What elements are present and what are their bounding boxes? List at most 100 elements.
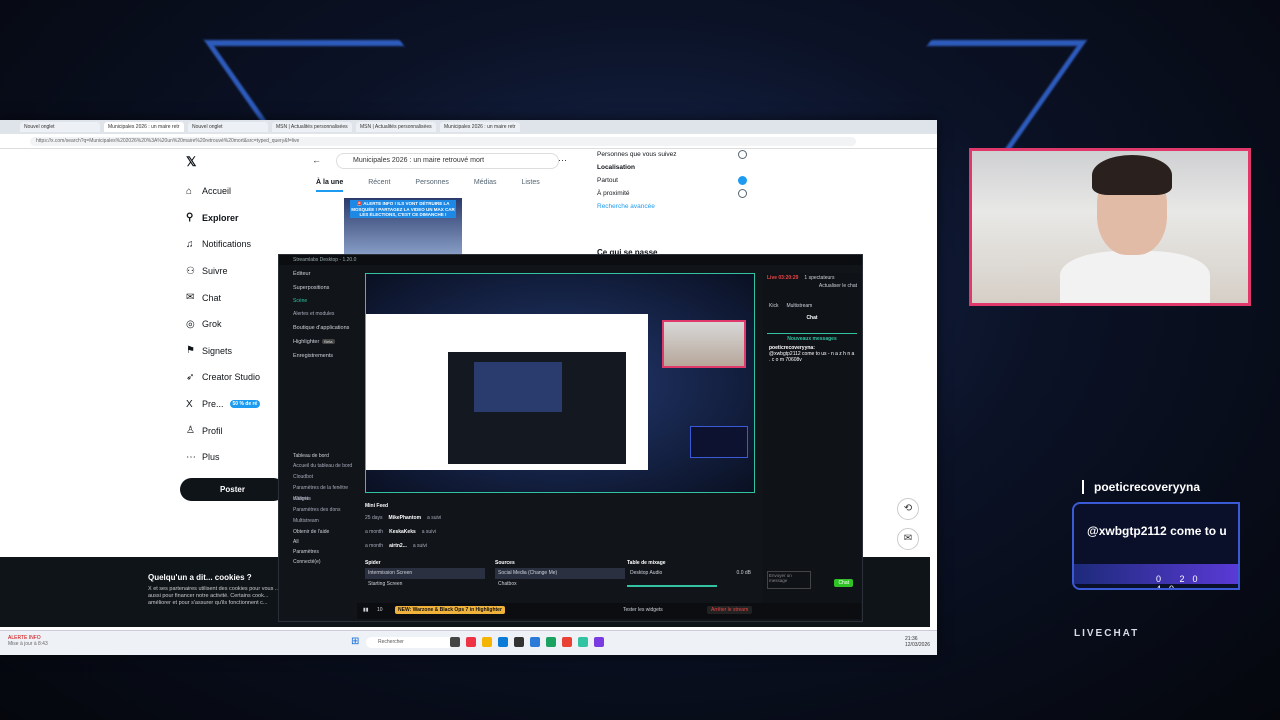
sources-title: Sources (495, 560, 515, 566)
news-widget[interactable]: ALERTE INFO Mise à jour à 8:43 (8, 635, 48, 647)
sidebar-item-notifications[interactable]: ♫ Notifications (186, 231, 260, 258)
sidebar-item-suivre[interactable]: ⚇ Suivre (186, 258, 260, 285)
sidebar-item-creator-studio[interactable]: ➶ Creator Studio (186, 364, 260, 391)
app-icon[interactable] (546, 637, 556, 647)
app-icon[interactable] (514, 637, 524, 647)
source-item[interactable]: Chatbox (495, 579, 625, 590)
browser-tab[interactable]: MSN | Actualités personnalisées (272, 122, 352, 132)
messages-float-icon[interactable]: ✉ (897, 528, 919, 550)
browser-tab[interactable]: Nouvel onglet (188, 122, 268, 132)
app-icon[interactable] (594, 637, 604, 647)
tab-people[interactable]: Personnes (415, 179, 448, 192)
x-icon: X (186, 398, 193, 410)
end-stream-button[interactable]: Arrêter le stream (707, 606, 753, 614)
taskbar-search[interactable]: Rechercher (366, 637, 454, 648)
nav-item[interactable]: Tableau de bord (279, 451, 357, 461)
more-options-icon[interactable]: ⋯ (558, 155, 567, 166)
nav-item[interactable]: Highlighter Beta (279, 335, 357, 349)
sidebar-item-profil[interactable]: ♙ Profil (186, 417, 260, 444)
tab-latest[interactable]: Récent (368, 179, 390, 192)
streamlabs-title: Streamlabs Desktop - 1.20.0 (279, 255, 862, 265)
scene-item[interactable]: Intermission Screen (365, 568, 485, 579)
app-icon[interactable] (466, 637, 476, 647)
streamlabs-footer: ▮▮ 10 NEW: Warzone & Black Ops 7 in High… (357, 603, 861, 619)
browser-tab[interactable]: Municipales 2026 : un maire retr (440, 122, 520, 132)
taskbar-clock[interactable]: 21:36 12/03/2026 (905, 636, 930, 648)
sidebar-item-pre[interactable]: X Pre... 50 % de ré (186, 391, 261, 418)
search-input[interactable]: Municipales 2026 : un maire retrouvé mor… (336, 153, 559, 169)
test-widgets-button[interactable]: Tester les widgets (623, 607, 663, 613)
nav-item[interactable]: Widgets (279, 494, 357, 505)
stats-icon[interactable]: ▮▮ (363, 607, 369, 613)
chat-send-button[interactable]: Chat (834, 579, 853, 587)
grok-float-icon[interactable]: ⟲ (897, 498, 919, 520)
nav-item-label: Scène (293, 298, 308, 304)
nav-item[interactable]: Paramètres des dons (279, 505, 357, 516)
chrome-icon[interactable] (562, 637, 572, 647)
filter-everywhere-radio[interactable] (738, 176, 747, 185)
nav-item[interactable]: Scène (279, 295, 357, 308)
filter-people-radio[interactable] (738, 150, 747, 159)
nav-item[interactable]: Obtenir de l'aide (279, 527, 357, 537)
folder-icon[interactable] (482, 637, 492, 647)
sidebar-item-grok[interactable]: ◎ Grok (186, 311, 260, 338)
app-icon[interactable] (530, 637, 540, 647)
chat-title: Chat (806, 315, 818, 321)
video-thumbnail[interactable]: 🚨 ALERTE INFO ! ILS VONT DÉTRUIRE LA MOS… (344, 198, 462, 256)
scene-item[interactable]: Starting Screen (365, 579, 485, 590)
advanced-search-link[interactable]: Recherche avancée (597, 203, 655, 210)
post-button[interactable]: Poster (180, 478, 285, 501)
browser-tab[interactable]: Nouvel onglet (20, 122, 100, 132)
tab-media[interactable]: Médias (474, 179, 497, 192)
source-item[interactable]: Social Media (Change Me) (495, 568, 625, 579)
nav-item[interactable]: Multistream (279, 516, 357, 527)
nav-item[interactable]: All (279, 537, 357, 547)
streamlabs-icon[interactable] (578, 637, 588, 647)
scene-preview[interactable] (365, 273, 755, 493)
promo-banner[interactable]: NEW: Warzone & Black Ops 7 in Highlighte… (395, 606, 505, 614)
mixer-title: Table de mixage (627, 560, 666, 566)
sidebar-item-accueil[interactable]: ⌂ Accueil (186, 178, 260, 205)
windows-start-icon[interactable]: ⊞ (351, 636, 359, 647)
feed-action: a suivi (421, 529, 436, 535)
address-bar[interactable]: https://x.com/search?q=Municipales%20202… (30, 136, 856, 146)
sidebar-item-plus[interactable]: ⋯ Plus (186, 444, 260, 471)
tab-kick[interactable]: Kick (769, 303, 778, 309)
back-arrow-icon[interactable]: ← (312, 155, 321, 165)
filter-nearby-radio[interactable] (738, 189, 747, 198)
feed-row: 25 days MikePhantom a suivi (365, 511, 753, 525)
nav-item[interactable]: Connecté(e) (279, 557, 357, 567)
nav-item[interactable]: Éditeur (279, 267, 357, 281)
mini-feed-title: Mini Feed (365, 503, 389, 509)
chat-input[interactable]: Envoyer un message (767, 571, 811, 589)
nav-item[interactable]: Paramètres (279, 547, 357, 557)
nav-item[interactable]: Paramètres de la fenêtre d'alerte (279, 483, 357, 502)
edge-icon[interactable] (498, 637, 508, 647)
browser-tab[interactable]: MSN | Actualités personnalisées (356, 122, 436, 132)
chat-message: poeticrecoveryyna: @xwbgtp2112 come to us… (763, 342, 861, 366)
feed-action: a suivi (427, 515, 442, 521)
filter-nearby-label: À proximité (597, 190, 630, 197)
sidebar-item-label: Chat (202, 292, 222, 303)
sidebar-item-signets[interactable]: ⚑ Signets (186, 338, 260, 365)
streamlabs-window: Streamlabs Desktop - 1.20.0 Éditeur Super… (278, 254, 863, 622)
browser-tabbar: Nouvel onglet Municipales 2026 : un mair… (0, 120, 937, 134)
filter-everywhere-label: Partout (597, 177, 618, 184)
refresh-chat-button[interactable]: Actualiser le chat (763, 283, 861, 289)
sidebar-item-chat[interactable]: ✉ Chat (186, 284, 260, 311)
sidebar-item-explorer[interactable]: ⚲ Explorer (186, 205, 260, 232)
nav-item[interactable]: Alertes et modules (279, 308, 357, 321)
tab-multistream[interactable]: Multistream (786, 303, 812, 309)
nav-item[interactable]: Cloudbot (279, 472, 357, 483)
mail-icon: ✉ (186, 292, 195, 304)
nav-item[interactable]: Accueil du tableau de bord (279, 461, 357, 472)
volume-slider[interactable] (627, 585, 717, 587)
task-view-icon[interactable] (450, 637, 460, 647)
tab-lists[interactable]: Listes (521, 179, 539, 192)
x-logo-icon[interactable]: 𝕏 (186, 154, 196, 170)
tab-top[interactable]: À la une (316, 179, 344, 192)
nav-item[interactable]: Enregistrements (279, 349, 357, 363)
browser-tab[interactable]: Municipales 2026 : un maire retr (104, 122, 184, 132)
nav-item[interactable]: Superpositions (279, 281, 357, 295)
nav-item[interactable]: Boutique d'applications (279, 321, 357, 335)
